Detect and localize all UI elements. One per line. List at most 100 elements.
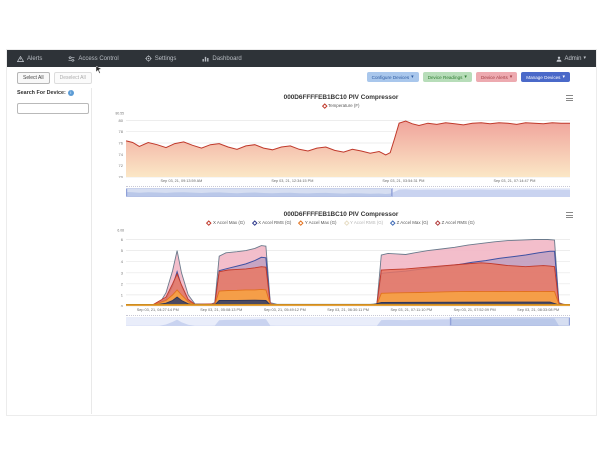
person-icon: [557, 56, 562, 62]
x-axis-label: Sep 03, 21, 07:14:47 PM: [493, 179, 536, 183]
legend-item[interactable]: X Accel RMS (G): [251, 220, 292, 225]
chevron-down-icon: ▾: [464, 73, 467, 80]
alert-triangle-icon: [17, 55, 24, 62]
legend-marker-icon: [435, 220, 441, 225]
svg-text:80: 80: [119, 118, 124, 123]
legend-item[interactable]: Temperature (F): [321, 103, 360, 108]
svg-text:80.55: 80.55: [116, 112, 125, 116]
legend-label: Z Accel RMS (G): [441, 220, 475, 225]
svg-text:70: 70: [119, 175, 124, 179]
x-axis-labels: Sep 03, 21, 04:27:14 PM Sep 03, 21, 05:08…: [126, 308, 570, 312]
chevron-down-icon: ▾: [411, 73, 414, 80]
app-window: Alerts Access Control Settings Dashboard…: [7, 50, 596, 415]
chevron-down-icon: ▾: [509, 73, 513, 80]
legend-label: X Accel RMS (G): [258, 220, 292, 225]
nav-item-label: Settings: [154, 55, 177, 62]
legend-label: Y Accel RMS (G): [350, 220, 384, 225]
chart-legend: Temperature (F): [106, 103, 576, 108]
bar-chart-icon: [202, 56, 209, 62]
svg-text:72: 72: [119, 163, 124, 168]
nav-item-label: Access Control: [78, 55, 119, 62]
select-all-button[interactable]: Select All: [17, 72, 50, 84]
x-axis-label: Sep 03, 21, 06:30:11 PM: [327, 308, 369, 312]
x-axis-label: Sep 03, 21, 07:11:10 PM: [390, 308, 433, 312]
navigator[interactable]: [126, 315, 570, 326]
x-axis-label: Sep 03, 21, 08:33:08 PM: [517, 308, 560, 312]
info-icon[interactable]: i: [67, 90, 74, 96]
chevron-down-icon: ▾: [562, 73, 565, 80]
svg-text:5: 5: [121, 248, 124, 253]
chart-plot-area[interactable]: 80 78 76 74 72 70 80.55: [106, 110, 576, 178]
charts-panel: 000D6FFFFEB1BC10 PIV Compressor Temperat…: [91, 88, 596, 414]
navigator[interactable]: [126, 186, 570, 197]
legend-label: Y Accel Max (G): [304, 220, 337, 225]
chart-plot-area[interactable]: 6 5 4 3 2 1 0 6.08: [106, 227, 576, 307]
button-label: Device Alerts: [480, 74, 508, 80]
legend-marker-icon: [251, 220, 257, 225]
svg-text:2: 2: [121, 281, 124, 286]
manage-devices-button[interactable]: Manage Devices ▾: [521, 72, 570, 82]
legend-marker-icon: [298, 220, 304, 225]
selection-buttons: Select All Deselect All: [17, 72, 92, 84]
legend-label: Temperature (F): [328, 103, 360, 108]
main-content: Search For Device: i 000D6FFFFEB1BC10 PI…: [7, 88, 596, 414]
chart-title: 000D6FFFFEB1BC10 PIV Compressor: [283, 211, 399, 218]
chart-menu-icon[interactable]: [566, 212, 574, 220]
access-control-icon: [68, 55, 75, 62]
search-label: Search For Device:: [17, 90, 66, 96]
deselect-all-button[interactable]: Deselect All: [53, 72, 92, 84]
nav-item-label: Alerts: [27, 55, 43, 62]
legend-item[interactable]: Z Accel RMS (G): [435, 220, 475, 225]
svg-text:1: 1: [121, 292, 124, 297]
legend-label: Z Accel Max (G): [396, 220, 429, 225]
user-label: Admin: [564, 55, 582, 62]
acceleration-chart: 000D6FFFFEB1BC10 PIV Compressor X Accel …: [106, 211, 576, 326]
x-axis-label: Sep 03, 21, 04:27:14 PM: [136, 308, 179, 312]
svg-text:6: 6: [121, 237, 124, 242]
svg-text:3: 3: [121, 270, 124, 275]
legend-marker-icon: [390, 220, 396, 225]
page: Alerts Access Control Settings Dashboard…: [0, 0, 600, 450]
svg-text:74: 74: [119, 152, 124, 157]
svg-text:6.08: 6.08: [117, 229, 124, 233]
nav-item-dashboard[interactable]: Dashboard: [202, 55, 242, 62]
x-axis-label: Sep 03, 21, 03:54:31 PM: [382, 179, 425, 183]
x-axis-label: Sep 03, 21, 12:34:15 PM: [271, 179, 314, 183]
button-label: Manage Devices: [526, 74, 561, 80]
button-label: Device Readings: [427, 74, 463, 80]
user-menu[interactable]: Admin ▾: [556, 56, 586, 62]
chart-legend: X Accel Max (G) X Accel RMS (G) Y Accel Ma…: [106, 220, 576, 225]
legend-marker-icon: [321, 103, 327, 108]
legend-item[interactable]: Z Accel Max (G): [390, 220, 429, 225]
button-label: Configure Devices: [371, 74, 410, 80]
svg-text:4: 4: [121, 259, 124, 264]
legend-marker-icon: [343, 220, 349, 225]
chevron-down-icon: ▾: [583, 55, 586, 61]
search-input[interactable]: [17, 102, 89, 114]
legend-item[interactable]: Y Accel Max (G): [298, 220, 337, 225]
legend-marker-icon: [206, 220, 212, 225]
x-axis-label: Sep 03, 21, 09:13:59 AM: [160, 179, 203, 183]
navbar: Alerts Access Control Settings Dashboard…: [7, 50, 596, 67]
device-action-buttons: Configure Devices ▾ Device Readings ▾ Devi…: [366, 72, 570, 82]
gear-icon: [145, 55, 152, 62]
configure-devices-button[interactable]: Configure Devices ▾: [366, 72, 419, 82]
mouse-cursor-icon: [96, 66, 102, 74]
nav-item-settings[interactable]: Settings: [145, 55, 177, 62]
device-alerts-button[interactable]: Device Alerts ▾: [475, 72, 518, 82]
legend-item[interactable]: X Accel Max (G): [206, 220, 245, 225]
nav-item-access-control[interactable]: Access Control: [68, 55, 119, 62]
chart-menu-icon[interactable]: [566, 95, 574, 103]
nav-item-alerts[interactable]: Alerts: [17, 55, 43, 62]
nav-item-label: Dashboard: [212, 55, 242, 62]
x-axis-labels: Sep 03, 21, 09:13:59 AM Sep 03, 21, 12:34…: [126, 179, 570, 183]
svg-text:0: 0: [121, 304, 124, 308]
device-search-panel: Search For Device: i: [7, 88, 91, 414]
x-axis-label: Sep 03, 21, 07:52:09 PM: [453, 308, 496, 312]
device-readings-button[interactable]: Device Readings ▾: [422, 72, 472, 82]
legend-item[interactable]: Y Accel RMS (G): [343, 220, 384, 225]
legend-label: X Accel Max (G): [212, 220, 245, 225]
chart-title: 000D6FFFFEB1BC10 PIV Compressor: [283, 94, 399, 101]
temperature-chart: 000D6FFFFEB1BC10 PIV Compressor Temperat…: [106, 94, 576, 197]
svg-text:76: 76: [119, 141, 124, 146]
